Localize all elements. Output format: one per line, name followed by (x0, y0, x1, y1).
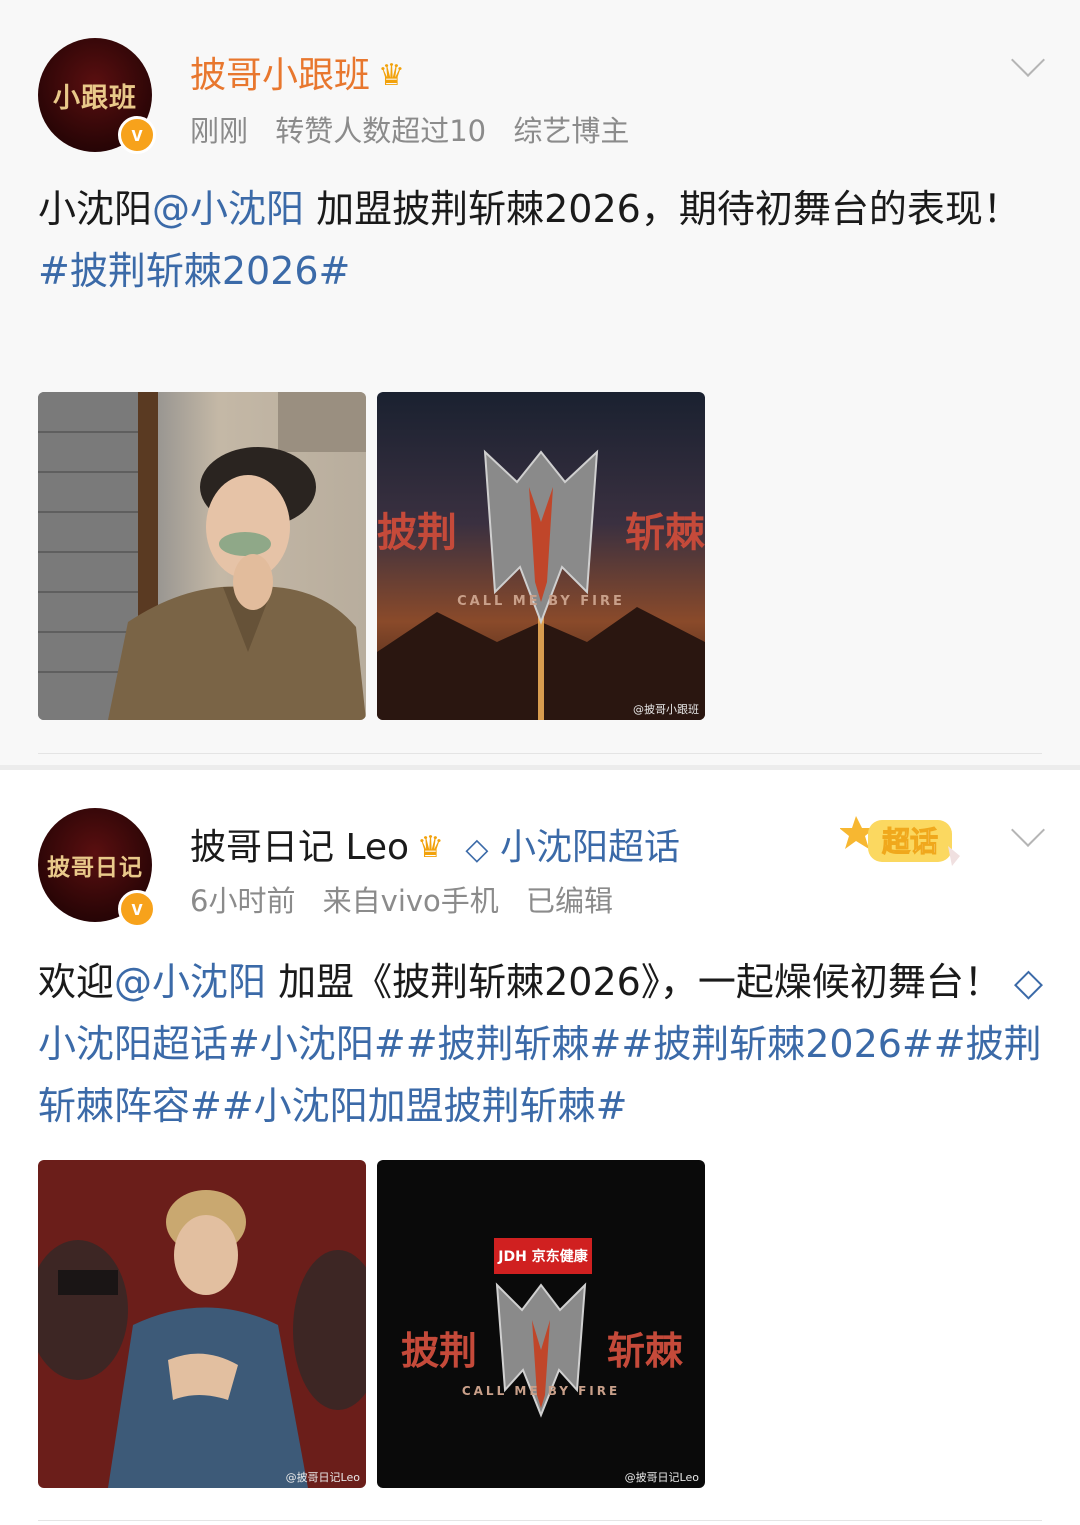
post-stat: 转赞人数超过10 (275, 114, 487, 148)
man-portrait-teacup-icon (38, 392, 366, 720)
super-topic-badge-icon: 超话 (839, 816, 960, 866)
post-image-3[interactable]: @披哥日记Leo (38, 1160, 366, 1488)
post-image-4[interactable]: JDH 京东健康 披荆 斩棘 CALL ME BY FIRE @披哥日记Leo (377, 1160, 705, 1488)
chevron-down-icon[interactable] (1011, 43, 1045, 77)
post-time: 刚刚 (190, 114, 249, 148)
poster-subtitle: CALL ME BY FIRE (457, 594, 625, 609)
edited-label: 已编辑 (526, 884, 614, 918)
post-card-2: 披哥日记 v 披哥日记 Leo ♛ ◇ 小沈阳超话 6小时前 来自vivo手机 已… (0, 770, 1080, 1525)
poster-title-right: 斩棘 (625, 509, 705, 556)
post-time: 6小时前 (190, 884, 296, 918)
topic-link[interactable]: ◇ 小沈阳超话 (465, 827, 680, 868)
author-name[interactable]: 披哥日记 Leo ♛ ◇ 小沈阳超话 (190, 818, 680, 870)
super-topic-label: 超话 (882, 825, 938, 858)
mention-link[interactable]: @小沈阳 (114, 960, 266, 1004)
poster-title-left: 披荆 (377, 509, 457, 556)
poster-title-right: 斩棘 (606, 1328, 683, 1373)
image-watermark: @披哥小跟班 (633, 703, 699, 716)
verified-badge-icon: v (118, 116, 156, 154)
post-meta: 6小时前 来自vivo手机 已编辑 (190, 878, 631, 920)
crown-icon: ♛ (417, 830, 444, 865)
divider (38, 1520, 1042, 1521)
crown-icon: ♛ (378, 58, 405, 93)
super-topic-badge[interactable]: 超话 (839, 806, 960, 866)
post-image-1[interactable] (38, 392, 366, 720)
post-text: 欢迎@小沈阳 加盟《披荆斩棘2026》，一起燥候初舞台！ ◇小沈阳超话#小沈阳#… (38, 960, 1044, 1128)
man-portrait-denim-icon (38, 1190, 366, 1488)
mention-link[interactable]: @小沈阳 (152, 187, 304, 231)
post-image-2[interactable]: 披荆 斩棘 CALL ME BY FIRE @披哥小跟班 (377, 392, 705, 720)
author-category: 综艺博主 (513, 114, 630, 148)
image-watermark: @披哥日记Leo (624, 1471, 699, 1484)
post-source: 来自vivo手机 (322, 884, 499, 918)
hashtag-link[interactable]: #披荆斩棘2026# (38, 249, 350, 293)
post-text: 小沈阳@小沈阳 加盟披荆斩棘2026，期待初舞台的表现！ #披荆斩棘2026# (38, 187, 1021, 293)
image-watermark: @披哥日记Leo (285, 1471, 360, 1484)
post-card-1: 小跟班 v 披哥小跟班 ♛ 刚刚 转赞人数超过10 综艺博主 小沈阳@小沈阳 加盟… (0, 0, 1080, 765)
divider (38, 753, 1042, 754)
post-meta: 刚刚 转赞人数超过10 综艺博主 (190, 108, 647, 150)
chevron-down-icon[interactable] (1011, 813, 1045, 847)
diamond-icon: ◇ (465, 832, 489, 867)
poster-title-left: 披荆 (401, 1328, 478, 1373)
author-name[interactable]: 披哥小跟班 ♛ (190, 46, 405, 98)
diamond-icon: ◇ (1013, 960, 1044, 1004)
verified-badge-icon: v (118, 890, 156, 928)
poster-subtitle: CALL ME BY FIRE (461, 1384, 621, 1398)
